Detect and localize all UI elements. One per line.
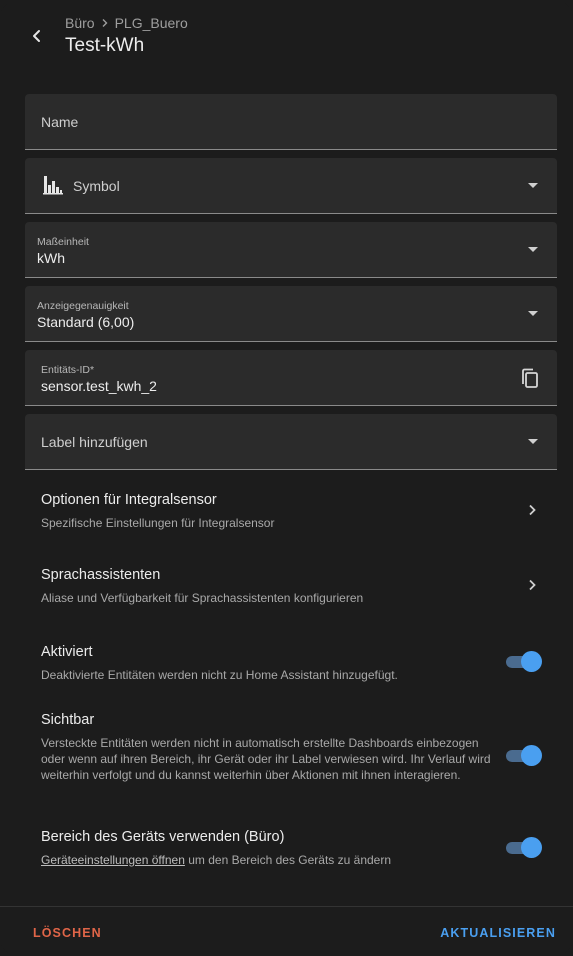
enabled-toggle[interactable] — [504, 650, 542, 672]
symbol-select[interactable]: Symbol — [25, 158, 557, 214]
visible-setting: Sichtbar Versteckte Entitäten werden nic… — [41, 712, 491, 783]
delete-button[interactable]: LÖSCHEN — [33, 926, 102, 940]
device-settings-link[interactable]: Geräteeinstellungen öffnen — [41, 853, 185, 867]
dropdown-arrow-icon — [528, 311, 538, 316]
precision-value: Standard (6,00) — [37, 314, 135, 330]
setting-title: Sichtbar — [41, 712, 95, 728]
unit-select[interactable]: Maßeinheit kWh — [25, 222, 557, 278]
chart-bar-stacked-icon — [43, 176, 63, 195]
entity-id-value: sensor.test_kwh_2 — [41, 378, 157, 394]
toggle-thumb — [521, 651, 542, 672]
setting-description-rest: um den Bereich des Geräts zu ändern — [184, 853, 392, 867]
update-button[interactable]: AKTUALISIEREN — [440, 926, 556, 940]
dialog-header: Büro PLG_Buero Test-kWh — [0, 0, 573, 80]
chevron-left-icon — [33, 30, 40, 42]
entity-id-label: Entitäts-ID* — [41, 364, 95, 376]
row-subtitle: Aliase und Verfügbarkeit für Sprachassis… — [41, 591, 364, 605]
integral-sensor-options-row[interactable]: Optionen für Integralsensor Spezifische … — [41, 492, 541, 532]
symbol-placeholder: Symbol — [73, 178, 120, 194]
row-title: Sprachassistenten — [41, 567, 161, 583]
setting-description: Deaktivierte Entitäten werden nicht zu H… — [41, 668, 398, 682]
dropdown-arrow-icon — [528, 439, 538, 444]
breadcrumb-device[interactable]: PLG_Buero — [115, 15, 188, 31]
footer-divider — [0, 906, 573, 907]
enabled-setting: Aktiviert Deaktivierte Entitäten werden … — [41, 644, 491, 683]
back-button[interactable] — [22, 21, 52, 51]
chevron-right-icon — [529, 579, 536, 591]
use-device-area-setting: Bereich des Geräts verwenden (Büro) Gerä… — [41, 829, 491, 868]
entity-id-field[interactable]: Entitäts-ID* sensor.test_kwh_2 — [25, 350, 557, 406]
toggle-thumb — [521, 837, 542, 858]
setting-description: Versteckte Entitäten werden nicht in aut… — [41, 736, 491, 782]
name-field[interactable]: Name — [25, 94, 557, 150]
toggle-thumb — [521, 745, 542, 766]
chevron-right-icon — [529, 504, 536, 516]
row-subtitle: Spezifische Einstellungen für Integralse… — [41, 516, 275, 530]
unit-label: Maßeinheit — [37, 236, 89, 248]
copy-icon[interactable] — [520, 368, 540, 390]
unit-value: kWh — [37, 250, 65, 266]
breadcrumb-area[interactable]: Büro — [65, 15, 95, 31]
labels-placeholder: Label hinzufügen — [41, 434, 148, 450]
dropdown-arrow-icon — [528, 183, 538, 188]
precision-select[interactable]: Anzeigegenauigkeit Standard (6,00) — [25, 286, 557, 342]
visible-toggle[interactable] — [504, 744, 542, 766]
voice-assistants-row[interactable]: Sprachassistenten Aliase und Verfügbarke… — [41, 567, 541, 607]
entity-id-object: test_kwh_2 — [86, 378, 157, 394]
row-title: Optionen für Integralsensor — [41, 492, 217, 508]
setting-title: Aktiviert — [41, 644, 93, 660]
use-device-area-toggle[interactable] — [504, 836, 542, 858]
setting-title: Bereich des Geräts verwenden (Büro) — [41, 829, 285, 845]
entity-id-prefix: sensor. — [41, 378, 87, 394]
setting-description: Geräteeinstellungen öffnen um den Bereic… — [41, 852, 491, 868]
precision-label: Anzeigegenauigkeit — [37, 300, 129, 312]
breadcrumb: Büro PLG_Buero — [65, 15, 188, 31]
labels-select[interactable]: Label hinzufügen — [25, 414, 557, 470]
entity-settings-dialog: Büro PLG_Buero Test-kWh Name Symbol Maße… — [0, 0, 573, 956]
name-placeholder: Name — [41, 114, 79, 130]
page-title: Test-kWh — [65, 35, 145, 56]
chevron-right-icon — [102, 19, 108, 27]
dropdown-arrow-icon — [528, 247, 538, 252]
